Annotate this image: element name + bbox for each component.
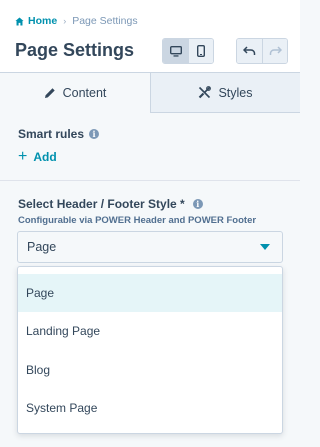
dropdown-option-label: System Page [26,401,98,415]
pencil-icon [44,87,55,98]
add-smart-rule-button[interactable]: + Add [18,148,57,165]
tools-icon [199,86,212,99]
header-footer-style-field-label: Select Header / Footer Style * i [18,197,203,211]
select-value: Page [27,240,57,254]
undo-icon [243,46,256,55]
tab-content[interactable]: Content [0,73,150,112]
breadcrumb: Home › Page Settings [15,14,138,28]
header-footer-help-text: Configurable via POWER Header and POWER … [18,215,257,226]
tab-content-label: Content [62,85,107,100]
dropdown-option[interactable]: Landing Page [18,312,282,350]
dropdown-option[interactable]: Page [18,274,282,312]
mobile-view-button[interactable] [188,39,213,63]
history-controls [236,38,288,64]
info-icon[interactable]: i [89,129,100,139]
tab-styles[interactable]: Styles [150,73,300,113]
breadcrumb-home-link[interactable]: Home [15,15,57,27]
smart-rules-label: Smart rules [18,127,85,141]
undo-button[interactable] [237,39,262,63]
plus-icon: + [18,148,28,165]
dropdown-option-label: Blog [26,363,51,377]
dropdown-option-label: Page [26,286,55,300]
settings-tabs: Content Styles [0,72,300,113]
caret-down-icon [260,244,270,250]
page-title: Page Settings [15,40,135,60]
header-footer-style-label: Select Header / Footer Style * [18,197,185,211]
dropdown-option[interactable]: Blog [18,351,282,389]
mobile-icon [197,45,205,57]
dropdown-option[interactable]: System Page [18,389,282,427]
redo-button[interactable] [262,39,287,63]
header-footer-style-dropdown: Page Landing Page Blog System Page [17,266,283,434]
header-footer-style-select[interactable]: Page [17,231,283,263]
home-icon [15,16,24,26]
breadcrumb-current: Page Settings [72,15,138,27]
breadcrumb-home-label: Home [28,15,58,27]
dropdown-option-label: Landing Page [26,324,101,338]
add-smart-rule-label: Add [33,150,57,164]
device-toggle [162,38,214,64]
top-bar: Home › Page Settings Page Settings [0,0,300,72]
desktop-icon [169,45,182,57]
section-divider [0,180,300,181]
redo-icon [269,46,282,55]
tab-styles-label: Styles [218,85,253,100]
smart-rules-heading: Smart rules i [18,127,100,141]
info-icon[interactable]: i [192,199,203,209]
desktop-view-button[interactable] [163,39,188,63]
chevron-right-icon: › [63,16,67,26]
